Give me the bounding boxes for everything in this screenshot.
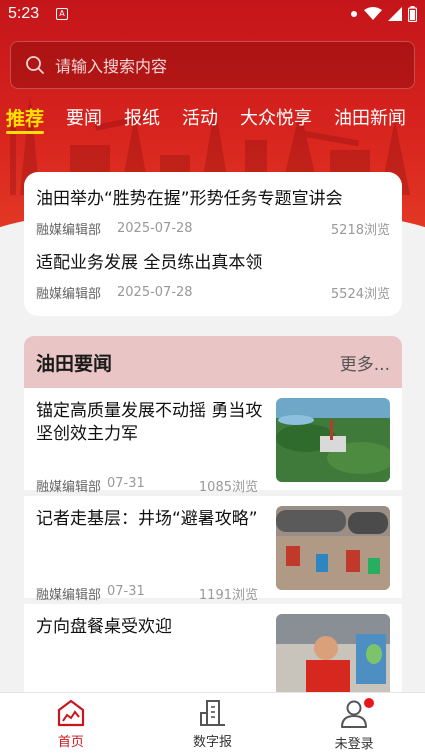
tab-newspaper[interactable]: 报纸 — [124, 100, 171, 134]
status-bar: 5:23 A — [0, 0, 425, 30]
news-views: 5218浏览 — [330, 223, 390, 238]
news-views: 1085浏览 — [198, 480, 258, 495]
notification-icon: A — [56, 8, 68, 20]
news-title: 锚定高质量发展不动摇 勇当攻坚创效主力军 — [36, 401, 263, 444]
search-placeholder: 请输入搜索内容 — [55, 57, 168, 76]
bottom-navigation: 首页 数字报 未登录 — [0, 692, 425, 755]
top-news-card: 油田举办“胜势在握”形势任务专题宣讲会 融媒编辑部 2025-07-28 521… — [24, 172, 402, 316]
unread-badge — [364, 698, 375, 708]
tab-recommend[interactable]: 推荐 — [6, 100, 55, 134]
oilfield-news-section: 油田要闻 更多... 锚定高质量发展不动摇 勇当攻坚创效主力军 融媒编辑部 07… — [24, 336, 402, 692]
search-icon — [26, 56, 44, 74]
status-time: 5:23 — [8, 5, 40, 22]
list-item[interactable]: 锚定高质量发展不动摇 勇当攻坚创效主力军 融媒编辑部 07-31 1085浏览 — [24, 388, 402, 496]
home-icon — [57, 699, 84, 727]
search-input[interactable]: 请输入搜索内容 — [10, 41, 415, 89]
news-views: 1191浏览 — [198, 588, 258, 603]
nav-digital-paper-label: 数字报 — [193, 735, 233, 750]
tab-public-enjoy[interactable]: 大众悦享 — [240, 100, 323, 134]
nav-digital-paper[interactable]: 数字报 — [142, 693, 284, 755]
list-item[interactable]: 记者走基层：井场“避暑攻略” 融媒编辑部 07-31 1191浏览 — [24, 496, 402, 604]
news-date: 2025-07-28 — [117, 285, 193, 300]
list-item[interactable]: 适配业务发展 全员练出真本领 融媒编辑部 2025-07-28 5524浏览 — [36, 248, 390, 312]
news-views: 5524浏览 — [330, 287, 390, 302]
nav-home-label: 首页 — [57, 735, 84, 750]
battery-icon — [408, 6, 417, 22]
news-title: 油田举办“胜势在握”形势任务专题宣讲会 — [36, 189, 343, 209]
news-date: 07-31 — [107, 584, 145, 599]
news-source: 融媒编辑部 — [36, 223, 102, 238]
tab-activities[interactable]: 活动 — [182, 100, 229, 134]
signal-dot-icon — [351, 11, 357, 17]
nav-home[interactable]: 首页 — [0, 693, 142, 755]
list-item[interactable]: 油田举办“胜势在握”形势任务专题宣讲会 融媒编辑部 2025-07-28 521… — [36, 184, 390, 248]
more-link[interactable]: 更多... — [340, 350, 390, 375]
news-thumbnail — [276, 506, 390, 590]
news-source: 融媒编辑部 — [36, 287, 102, 302]
building-icon — [199, 700, 225, 726]
news-meta: 融媒编辑部 2025-07-28 5524浏览 — [36, 283, 390, 302]
news-source: 融媒编辑部 — [36, 480, 102, 495]
list-item[interactable]: 方向盘餐桌受欢迎 — [24, 604, 402, 692]
wifi-icon — [364, 7, 382, 20]
tab-headlines[interactable]: 要闻 — [66, 100, 113, 134]
system-icons — [350, 6, 417, 22]
news-date: 2025-07-28 — [117, 221, 193, 236]
section-title: 油田要闻 — [36, 352, 113, 375]
cell-signal-icon — [388, 7, 402, 21]
tab-oilfield-news[interactable]: 油田新闻 — [334, 100, 417, 134]
news-thumbnail — [276, 614, 390, 692]
news-meta: 融媒编辑部 07-31 1191浏览 — [36, 584, 258, 603]
news-title: 适配业务发展 全员练出真本领 — [36, 253, 263, 273]
category-tabs: 推荐 要闻 报纸 活动 大众悦享 油田新闻 — [6, 100, 425, 134]
nav-account[interactable]: 未登录 — [283, 693, 425, 755]
nav-account-label: 未登录 — [334, 737, 374, 752]
news-thumbnail — [276, 398, 390, 482]
news-meta: 融媒编辑部 2025-07-28 5218浏览 — [36, 219, 390, 238]
news-title: 记者走基层：井场“避暑攻略” — [36, 509, 258, 529]
section-header: 油田要闻 更多... — [24, 336, 402, 388]
news-source: 融媒编辑部 — [36, 588, 102, 603]
news-date: 07-31 — [107, 476, 145, 491]
news-title: 方向盘餐桌受欢迎 — [36, 617, 172, 637]
news-meta: 融媒编辑部 07-31 1085浏览 — [36, 476, 258, 495]
